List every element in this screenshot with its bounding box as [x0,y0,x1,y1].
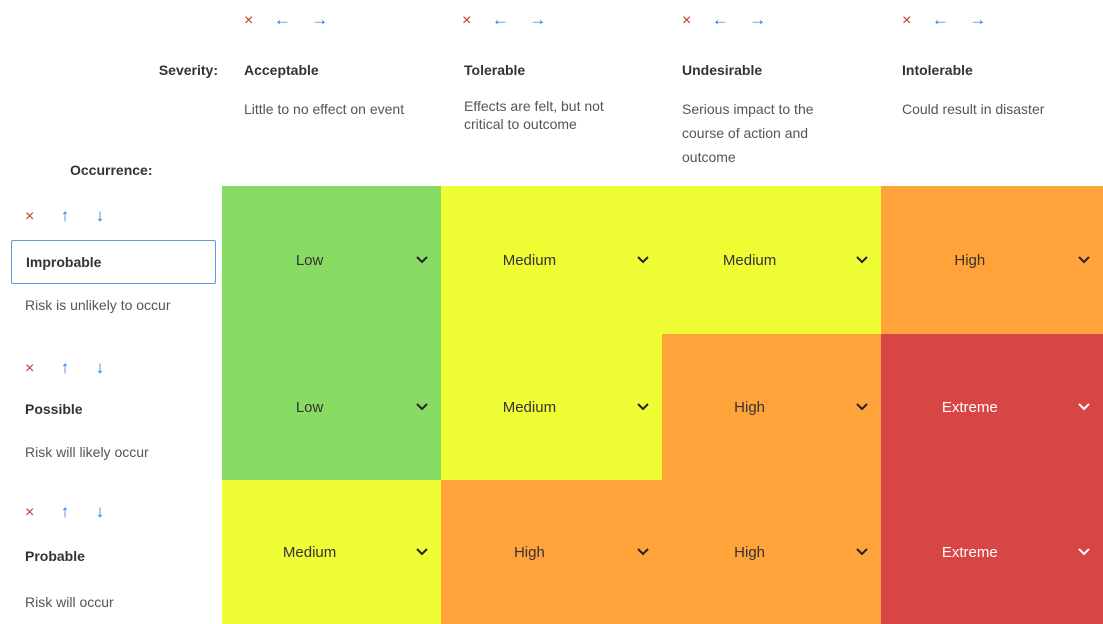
move-left-icon[interactable]: ← [274,10,291,29]
occurrence-label: Occurrence: [70,162,153,178]
risk-level-value: Low [295,251,324,269]
chevron-down-icon[interactable] [413,543,431,561]
risk-level-value: High [734,543,766,561]
risk-cell-3-2[interactable]: High [441,480,662,624]
risk-level-value: Extreme [941,543,998,561]
risk-level-value: High [954,251,986,269]
column-title: Undesirable [682,62,763,78]
delete-row-icon[interactable]: × [25,208,34,225]
move-left-icon[interactable]: ← [712,10,729,29]
delete-column-icon[interactable]: × [244,12,253,29]
chevron-down-icon[interactable] [853,543,871,561]
column-description: Could result in disaster [902,101,1045,117]
move-up-icon[interactable]: ↑ [61,358,70,377]
chevron-down-icon[interactable] [1075,543,1093,561]
chevron-down-icon[interactable] [1075,251,1093,269]
risk-cell-2-2[interactable]: Medium [441,334,662,480]
chevron-down-icon[interactable] [1075,398,1093,416]
risk-level-value: High [734,398,766,416]
column-controls-3: × ← → [682,10,766,31]
risk-cell-3-3[interactable]: High [662,480,881,624]
row-controls-2: × ↑ ↓ [25,358,104,379]
chevron-down-icon[interactable] [634,543,652,561]
move-right-icon[interactable]: → [311,10,328,29]
column-controls-2: × ← → [462,10,546,31]
chevron-down-icon[interactable] [634,251,652,269]
risk-cell-2-4[interactable]: Extreme [881,334,1103,480]
delete-row-icon[interactable]: × [25,504,34,521]
column-controls-4: × ← → [902,10,986,31]
column-header-undesirable[interactable]: Undesirable Serious impact to the course… [682,62,842,169]
chevron-down-icon[interactable] [853,398,871,416]
move-left-icon[interactable]: ← [932,10,949,29]
chevron-down-icon[interactable] [413,251,431,269]
column-description: Little to no effect on event [244,101,405,117]
risk-level-value: Low [295,398,324,416]
column-header-acceptable[interactable]: Acceptable Little to no effect on event [244,62,444,121]
risk-cell-1-4[interactable]: High [881,186,1103,334]
move-up-icon[interactable]: ↑ [61,206,70,225]
risk-level-value: High [513,543,545,561]
risk-cell-3-4[interactable]: Extreme [881,480,1103,624]
move-right-icon[interactable]: → [749,10,766,29]
severity-label: Severity: [158,62,218,78]
row-title-input-improbable[interactable] [11,240,216,284]
move-down-icon[interactable]: ↓ [96,502,105,521]
chevron-down-icon[interactable] [413,398,431,416]
column-controls-1: × ← → [244,10,328,31]
chevron-down-icon[interactable] [634,398,652,416]
row-controls-3: × ↑ ↓ [25,502,104,523]
row-description: Risk will occur [25,594,114,610]
delete-column-icon[interactable]: × [902,12,911,29]
row-description: Risk is unlikely to occur [25,297,171,313]
risk-level-value: Medium [502,251,557,269]
column-title: Tolerable [464,62,526,78]
delete-column-icon[interactable]: × [462,12,471,29]
move-left-icon[interactable]: ← [492,10,509,29]
row-title-probable[interactable]: Probable [25,548,85,564]
risk-level-value: Medium [282,543,337,561]
chevron-down-icon[interactable] [853,251,871,269]
delete-column-icon[interactable]: × [682,12,691,29]
move-right-icon[interactable]: → [969,10,986,29]
row-controls-1: × ↑ ↓ [25,206,104,227]
column-description: Serious impact to the course of action a… [682,101,814,165]
risk-cell-1-1[interactable]: Low [222,186,441,334]
column-title: Acceptable [244,62,319,78]
risk-cell-2-3[interactable]: High [662,334,881,480]
risk-level-value: Medium [502,398,557,416]
delete-row-icon[interactable]: × [25,360,34,377]
risk-cell-1-3[interactable]: Medium [662,186,881,334]
row-title-possible[interactable]: Possible [25,401,83,417]
column-header-tolerable[interactable]: Tolerable Effects are felt, but not crit… [464,62,644,133]
column-title: Intolerable [902,62,973,78]
move-down-icon[interactable]: ↓ [96,206,105,225]
risk-cell-1-2[interactable]: Medium [441,186,662,334]
risk-cell-2-1[interactable]: Low [222,334,441,480]
row-description: Risk will likely occur [25,444,149,460]
risk-level-value: Extreme [941,398,998,416]
column-header-intolerable[interactable]: Intolerable Could result in disaster [902,62,1092,121]
move-up-icon[interactable]: ↑ [61,502,70,521]
risk-cell-3-1[interactable]: Medium [222,480,441,624]
move-down-icon[interactable]: ↓ [96,358,105,377]
move-right-icon[interactable]: → [529,10,546,29]
column-description: Effects are felt, but not critical to ou… [464,98,604,132]
risk-level-value: Medium [722,251,777,269]
